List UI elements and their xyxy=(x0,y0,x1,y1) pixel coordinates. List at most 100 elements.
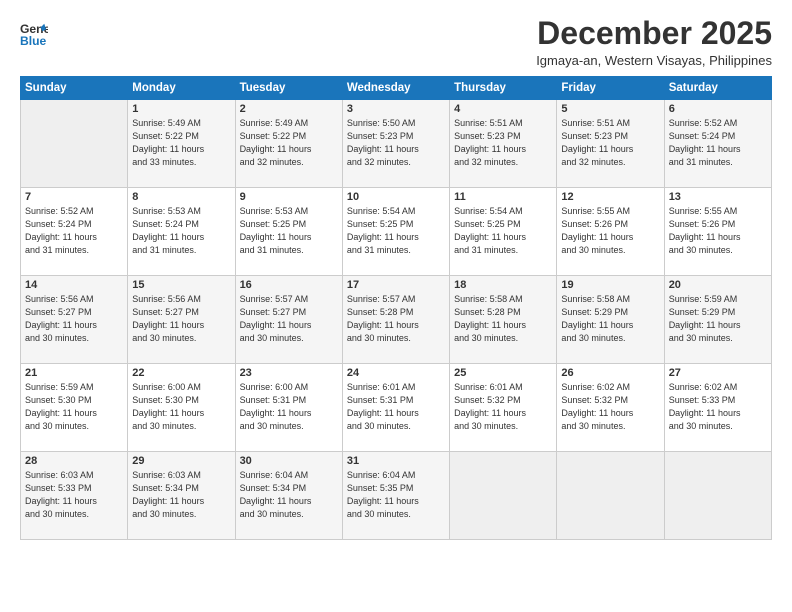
col-friday: Friday xyxy=(557,77,664,100)
day-number: 22 xyxy=(132,367,230,379)
table-row: 27 Sunrise: 6:02 AMSunset: 5:33 PMDayligh… xyxy=(664,364,771,452)
table-row: 20 Sunrise: 5:59 AMSunset: 5:29 PMDayligh… xyxy=(664,276,771,364)
day-number: 24 xyxy=(347,367,445,379)
day-number: 16 xyxy=(240,279,338,291)
table-row xyxy=(21,100,128,188)
day-number: 31 xyxy=(347,455,445,467)
day-number: 20 xyxy=(669,279,767,291)
table-row: 23 Sunrise: 6:00 AMSunset: 5:31 PMDayligh… xyxy=(235,364,342,452)
table-row: 11Sunrise: 5:54 AMSunset: 5:25 PMDayligh… xyxy=(450,188,557,276)
header: General Blue December 2025 Igmaya-an, We… xyxy=(20,16,772,68)
table-row xyxy=(557,452,664,540)
table-row: 3 Sunrise: 5:50 AMSunset: 5:23 PMDaylight… xyxy=(342,100,449,188)
day-info: Sunrise: 5:50 AMSunset: 5:23 PMDaylight:… xyxy=(347,117,445,169)
day-info: Sunrise: 5:58 AMSunset: 5:28 PMDaylight:… xyxy=(454,293,552,345)
calendar-week-row: 1Sunrise: 5:49 AMSunset: 5:22 PMDaylight… xyxy=(21,100,772,188)
day-number: 14 xyxy=(25,279,123,291)
day-info: Sunrise: 5:53 AMSunset: 5:25 PMDaylight:… xyxy=(240,205,338,257)
day-number: 15 xyxy=(132,279,230,291)
day-number: 30 xyxy=(240,455,338,467)
col-tuesday: Tuesday xyxy=(235,77,342,100)
table-row: 8 Sunrise: 5:53 AMSunset: 5:24 PMDaylight… xyxy=(128,188,235,276)
table-row: 1Sunrise: 5:49 AMSunset: 5:22 PMDaylight… xyxy=(128,100,235,188)
table-row: 22 Sunrise: 6:00 AMSunset: 5:30 PMDayligh… xyxy=(128,364,235,452)
day-number: 21 xyxy=(25,367,123,379)
table-row: 17 Sunrise: 5:57 AMSunset: 5:28 PMDayligh… xyxy=(342,276,449,364)
day-info: Sunrise: 5:56 AMSunset: 5:27 PMDaylight:… xyxy=(132,293,230,345)
day-number: 4 xyxy=(454,103,552,115)
day-number: 17 xyxy=(347,279,445,291)
day-info: Sunrise: 6:04 AMSunset: 5:35 PMDaylight:… xyxy=(347,469,445,521)
day-number: 28 xyxy=(25,455,123,467)
day-info: Sunrise: 5:56 AMSunset: 5:27 PMDaylight:… xyxy=(25,293,123,345)
day-info: Sunrise: 5:59 AMSunset: 5:30 PMDaylight:… xyxy=(25,381,123,433)
day-number: 12 xyxy=(561,191,659,203)
table-row xyxy=(450,452,557,540)
svg-text:Blue: Blue xyxy=(20,34,47,48)
table-row: 18 Sunrise: 5:58 AMSunset: 5:28 PMDayligh… xyxy=(450,276,557,364)
day-info: Sunrise: 5:49 AMSunset: 5:22 PMDaylight:… xyxy=(132,117,230,169)
table-row: 6Sunrise: 5:52 AMSunset: 5:24 PMDaylight… xyxy=(664,100,771,188)
calendar-table: Sunday Monday Tuesday Wednesday Thursday… xyxy=(20,76,772,540)
page: General Blue December 2025 Igmaya-an, We… xyxy=(0,0,792,612)
table-row: 16 Sunrise: 5:57 AMSunset: 5:27 PMDayligh… xyxy=(235,276,342,364)
day-info: Sunrise: 5:57 AMSunset: 5:27 PMDaylight:… xyxy=(240,293,338,345)
day-info: Sunrise: 5:54 AMSunset: 5:25 PMDaylight:… xyxy=(347,205,445,257)
day-number: 9 xyxy=(240,191,338,203)
table-row: 19Sunrise: 5:58 AMSunset: 5:29 PMDayligh… xyxy=(557,276,664,364)
day-number: 25 xyxy=(454,367,552,379)
table-row: 21 Sunrise: 5:59 AMSunset: 5:30 PMDayligh… xyxy=(21,364,128,452)
table-row: 15 Sunrise: 5:56 AMSunset: 5:27 PMDayligh… xyxy=(128,276,235,364)
table-row: 25Sunrise: 6:01 AMSunset: 5:32 PMDayligh… xyxy=(450,364,557,452)
day-info: Sunrise: 6:00 AMSunset: 5:30 PMDaylight:… xyxy=(132,381,230,433)
day-number: 26 xyxy=(561,367,659,379)
table-row: 14 Sunrise: 5:56 AMSunset: 5:27 PMDayligh… xyxy=(21,276,128,364)
table-row: 4 Sunrise: 5:51 AMSunset: 5:23 PMDaylight… xyxy=(450,100,557,188)
table-row: 28Sunrise: 6:03 AMSunset: 5:33 PMDayligh… xyxy=(21,452,128,540)
calendar-week-row: 28Sunrise: 6:03 AMSunset: 5:33 PMDayligh… xyxy=(21,452,772,540)
calendar-week-row: 21 Sunrise: 5:59 AMSunset: 5:30 PMDayligh… xyxy=(21,364,772,452)
day-number: 10 xyxy=(347,191,445,203)
day-number: 27 xyxy=(669,367,767,379)
title-block: December 2025 Igmaya-an, Western Visayas… xyxy=(536,16,772,68)
table-row: 29Sunrise: 6:03 AMSunset: 5:34 PMDayligh… xyxy=(128,452,235,540)
day-info: Sunrise: 5:57 AMSunset: 5:28 PMDaylight:… xyxy=(347,293,445,345)
table-row: 24Sunrise: 6:01 AMSunset: 5:31 PMDayligh… xyxy=(342,364,449,452)
day-number: 8 xyxy=(132,191,230,203)
calendar-week-row: 14 Sunrise: 5:56 AMSunset: 5:27 PMDayligh… xyxy=(21,276,772,364)
day-info: Sunrise: 5:51 AMSunset: 5:23 PMDaylight:… xyxy=(454,117,552,169)
col-thursday: Thursday xyxy=(450,77,557,100)
calendar-header-row: Sunday Monday Tuesday Wednesday Thursday… xyxy=(21,77,772,100)
day-info: Sunrise: 5:55 AMSunset: 5:26 PMDaylight:… xyxy=(669,205,767,257)
day-info: Sunrise: 6:02 AMSunset: 5:32 PMDaylight:… xyxy=(561,381,659,433)
col-saturday: Saturday xyxy=(664,77,771,100)
logo: General Blue xyxy=(20,20,50,48)
day-number: 23 xyxy=(240,367,338,379)
day-number: 3 xyxy=(347,103,445,115)
col-wednesday: Wednesday xyxy=(342,77,449,100)
day-info: Sunrise: 6:04 AMSunset: 5:34 PMDaylight:… xyxy=(240,469,338,521)
month-title: December 2025 xyxy=(536,16,772,51)
day-info: Sunrise: 6:00 AMSunset: 5:31 PMDaylight:… xyxy=(240,381,338,433)
table-row: 30 Sunrise: 6:04 AMSunset: 5:34 PMDayligh… xyxy=(235,452,342,540)
day-info: Sunrise: 5:59 AMSunset: 5:29 PMDaylight:… xyxy=(669,293,767,345)
day-info: Sunrise: 6:03 AMSunset: 5:34 PMDaylight:… xyxy=(132,469,230,521)
day-number: 18 xyxy=(454,279,552,291)
day-info: Sunrise: 6:02 AMSunset: 5:33 PMDaylight:… xyxy=(669,381,767,433)
table-row: 12 Sunrise: 5:55 AMSunset: 5:26 PMDayligh… xyxy=(557,188,664,276)
table-row: 13 Sunrise: 5:55 AMSunset: 5:26 PMDayligh… xyxy=(664,188,771,276)
logo-icon: General Blue xyxy=(20,20,48,48)
table-row: 26 Sunrise: 6:02 AMSunset: 5:32 PMDayligh… xyxy=(557,364,664,452)
table-row xyxy=(664,452,771,540)
day-number: 5 xyxy=(561,103,659,115)
table-row: 5Sunrise: 5:51 AMSunset: 5:23 PMDaylight… xyxy=(557,100,664,188)
table-row: 2Sunrise: 5:49 AMSunset: 5:22 PMDaylight… xyxy=(235,100,342,188)
day-info: Sunrise: 5:58 AMSunset: 5:29 PMDaylight:… xyxy=(561,293,659,345)
day-info: Sunrise: 5:49 AMSunset: 5:22 PMDaylight:… xyxy=(240,117,338,169)
day-info: Sunrise: 5:54 AMSunset: 5:25 PMDaylight:… xyxy=(454,205,552,257)
table-row: 31 Sunrise: 6:04 AMSunset: 5:35 PMDayligh… xyxy=(342,452,449,540)
day-number: 13 xyxy=(669,191,767,203)
table-row: 10 Sunrise: 5:54 AMSunset: 5:25 PMDayligh… xyxy=(342,188,449,276)
day-info: Sunrise: 5:53 AMSunset: 5:24 PMDaylight:… xyxy=(132,205,230,257)
day-info: Sunrise: 5:55 AMSunset: 5:26 PMDaylight:… xyxy=(561,205,659,257)
